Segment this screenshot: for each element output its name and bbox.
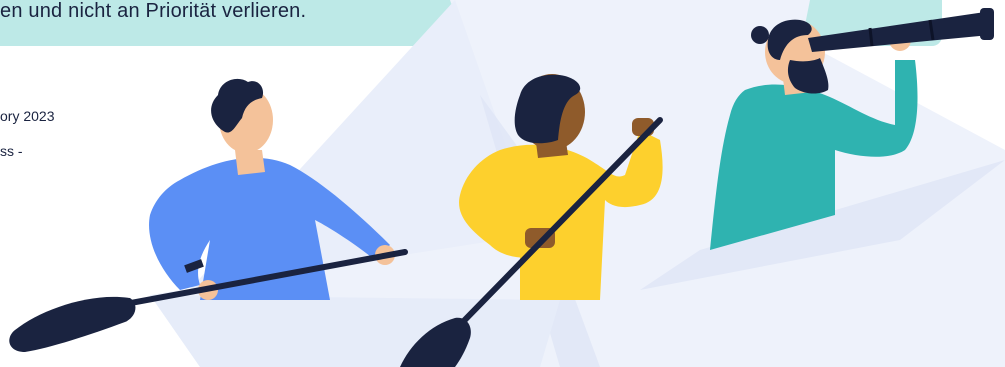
- rower-blue-neck: [235, 150, 265, 175]
- rowing-team-illustration: [9, 0, 1005, 367]
- telescope-lens: [980, 8, 994, 40]
- headline-text: en und nicht an Priorität verlieren.: [0, 0, 307, 22]
- boat-hull-shade: [150, 295, 560, 367]
- post-category[interactable]: ss -: [0, 143, 23, 159]
- telescope-ring-1: [868, 27, 874, 47]
- oar-left-blade: [9, 296, 136, 352]
- hero-section: en und nicht an Priorität verlieren. ory…: [0, 0, 1005, 367]
- post-date: ory 2023: [0, 108, 55, 124]
- lookout-teal-bun: [751, 26, 769, 44]
